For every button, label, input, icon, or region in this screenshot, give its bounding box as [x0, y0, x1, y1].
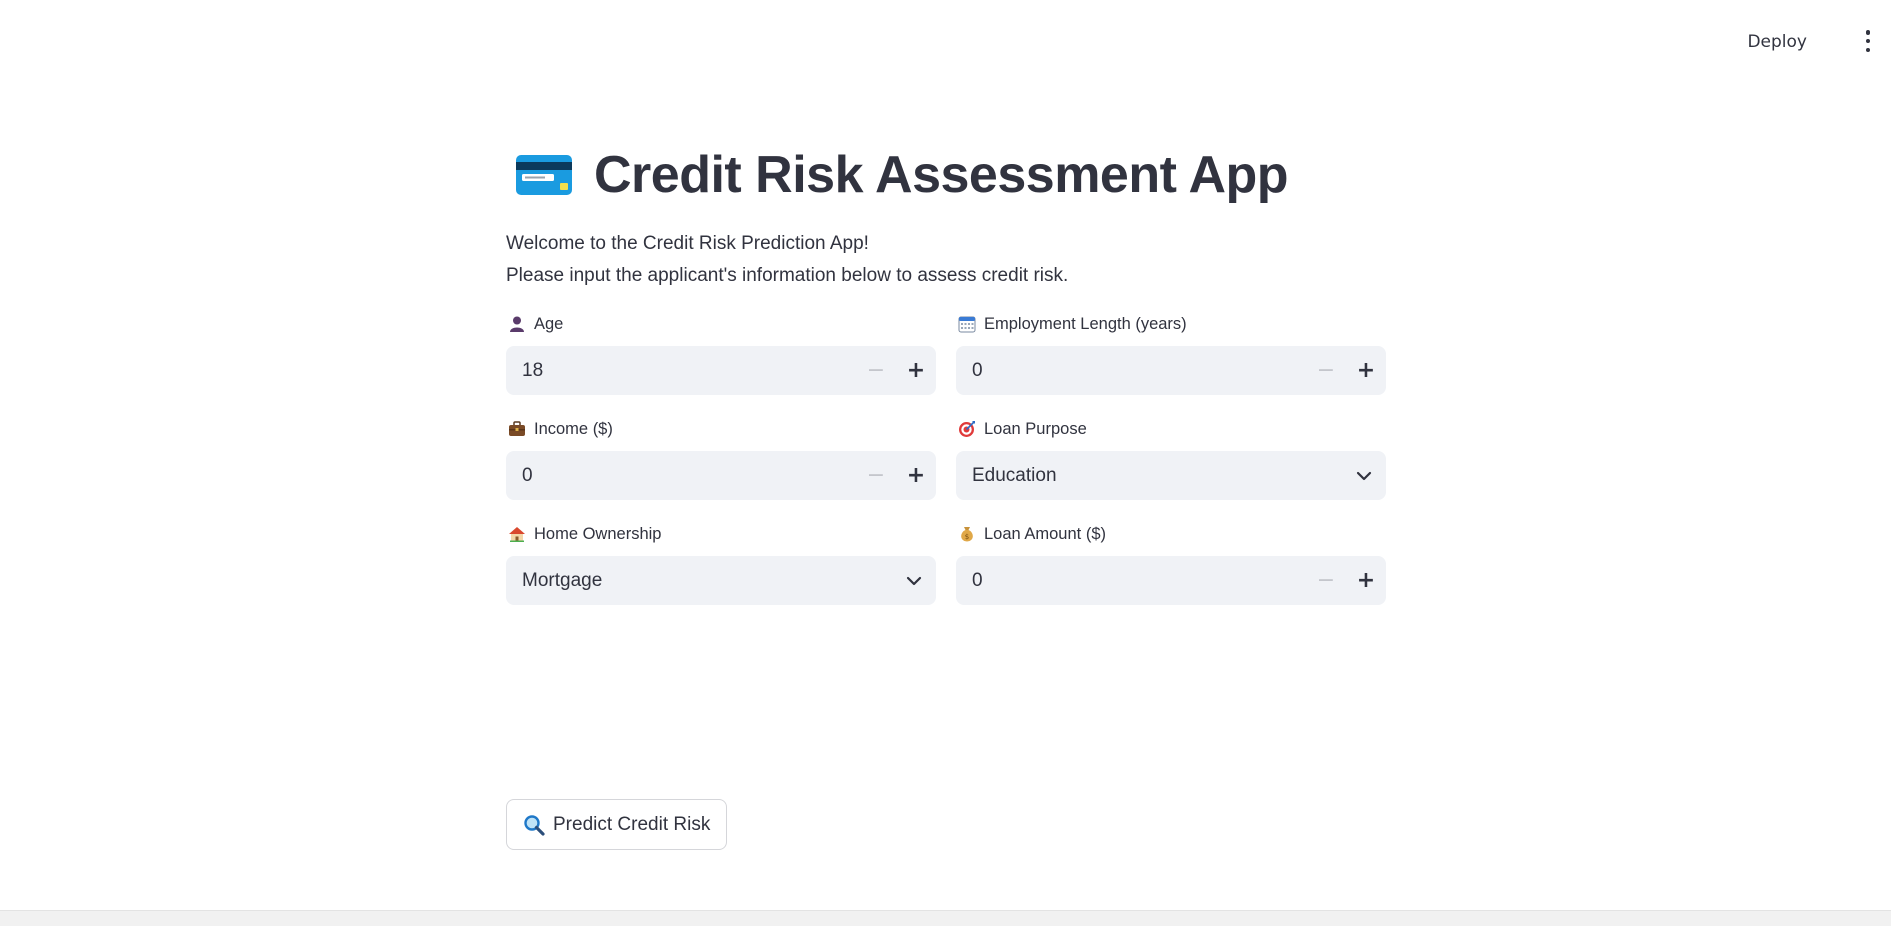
loan-purpose-label: Loan Purpose	[956, 417, 1386, 441]
loan-purpose-value[interactable]: Education	[956, 465, 1342, 487]
credit-card-icon	[516, 155, 572, 195]
home-ownership-field: Home Ownership Mortgage	[506, 522, 936, 605]
money-bag-icon: $	[961, 527, 973, 542]
age-decrement-button[interactable]: −	[856, 346, 896, 395]
house-icon	[509, 527, 525, 542]
chevron-down-icon[interactable]	[892, 556, 936, 605]
income-label-text: Income ($)	[534, 419, 613, 438]
intro-line-1: Welcome to the Credit Risk Prediction Ap…	[506, 233, 869, 254]
loan-amount-field: $ Loan Amount ($) 0 − +	[956, 522, 1386, 605]
loan-amount-value[interactable]: 0	[956, 570, 1306, 592]
loan-purpose-label-text: Loan Purpose	[984, 419, 1087, 438]
age-value[interactable]: 18	[506, 360, 856, 382]
predict-credit-risk-button[interactable]: Predict Credit Risk	[506, 799, 728, 850]
intro-line-2: Please input the applicant's information…	[506, 265, 1069, 286]
income-label: Income ($)	[506, 417, 936, 441]
employment-label-text: Employment Length (years)	[984, 314, 1187, 333]
loan-amount-increment-button[interactable]: +	[1346, 556, 1386, 605]
loan-purpose-field: Loan Purpose Education	[956, 417, 1386, 500]
predict-button-label: Predict Credit Risk	[553, 813, 711, 835]
age-label: Age	[506, 312, 936, 336]
employment-field: Employment Length (years) 0 − +	[956, 312, 1386, 395]
income-increment-button[interactable]: +	[896, 451, 936, 500]
intro-text: Welcome to the Credit Risk Prediction Ap…	[506, 228, 1386, 292]
kebab-menu-icon[interactable]	[1863, 30, 1873, 52]
home-ownership-label: Home Ownership	[506, 522, 936, 546]
income-input[interactable]: 0 − +	[506, 451, 936, 500]
person-icon	[510, 316, 524, 332]
svg-text:$: $	[965, 533, 969, 541]
main-content: Credit Risk Assessment App Welcome to th…	[506, 140, 1386, 850]
deploy-button[interactable]: Deploy	[1741, 26, 1813, 58]
page-title: Credit Risk Assessment App	[594, 146, 1289, 204]
age-input[interactable]: 18 − +	[506, 346, 936, 395]
chevron-down-icon[interactable]	[1342, 451, 1386, 500]
age-increment-button[interactable]: +	[896, 346, 936, 395]
home-ownership-value[interactable]: Mortgage	[506, 570, 892, 592]
home-ownership-label-text: Home Ownership	[534, 524, 662, 543]
loan-amount-input[interactable]: 0 − +	[956, 556, 1386, 605]
loan-amount-label-text: Loan Amount ($)	[984, 524, 1106, 543]
loan-purpose-select[interactable]: Education	[956, 451, 1386, 500]
loan-amount-decrement-button[interactable]: −	[1306, 556, 1346, 605]
home-ownership-select[interactable]: Mortgage	[506, 556, 936, 605]
age-label-text: Age	[534, 314, 564, 333]
magnifier-icon	[524, 814, 545, 836]
loan-amount-label: $ Loan Amount ($)	[956, 522, 1386, 546]
age-field: Age 18 − +	[506, 312, 936, 395]
employment-decrement-button[interactable]: −	[1306, 346, 1346, 395]
income-value[interactable]: 0	[506, 465, 856, 487]
bottom-strip	[0, 910, 1891, 926]
employment-input[interactable]: 0 − +	[956, 346, 1386, 395]
employment-increment-button[interactable]: +	[1346, 346, 1386, 395]
income-field: Income ($) 0 − +	[506, 417, 936, 500]
employment-value[interactable]: 0	[956, 360, 1306, 382]
title-row: Credit Risk Assessment App	[506, 140, 1386, 210]
top-bar: Deploy	[0, 0, 1891, 82]
income-decrement-button[interactable]: −	[856, 451, 896, 500]
target-icon	[959, 421, 975, 437]
calendar-icon	[958, 316, 976, 333]
briefcase-icon	[509, 421, 525, 436]
employment-label: Employment Length (years)	[956, 312, 1386, 336]
